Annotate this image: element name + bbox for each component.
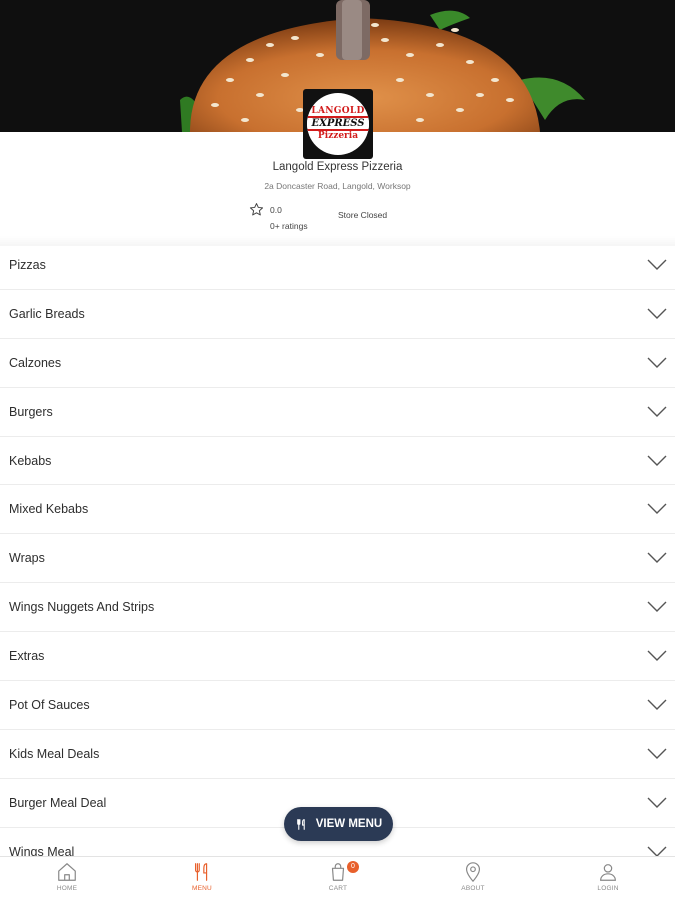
rating-value: 0.0 (270, 205, 282, 215)
chevron-down-icon[interactable] (647, 699, 667, 711)
nav-home[interactable]: HOME (37, 861, 97, 892)
chevron-down-icon[interactable] (647, 503, 667, 515)
menu-category-list: Pizzas Garlic Breads Calzones Burgers Kebabs… (0, 241, 675, 877)
menu-category-label: Wings Nuggets And Strips (9, 600, 155, 615)
store-address: 2a Doncaster Road, Langold, Worksop (264, 181, 411, 191)
view-menu-button[interactable]: VIEW MENU (284, 807, 393, 841)
nav-menu-label: MENU (192, 885, 212, 892)
nav-login-label: LOGIN (597, 885, 619, 892)
user-icon (600, 864, 616, 881)
menu-category-label: Burger Meal Deal (9, 795, 107, 810)
cart-count-badge: 0 (347, 861, 359, 873)
menu-category-row[interactable]: Calzones (0, 339, 675, 388)
menu-category-row[interactable]: Kebabs (0, 437, 675, 486)
nav-cart[interactable]: 0 CART (308, 861, 368, 892)
menu-category-row[interactable]: Kids Meal Deals (0, 730, 675, 779)
menu-category-label: Garlic Breads (9, 306, 85, 321)
menu-category-label: Burgers (9, 404, 53, 419)
logo-text-bottom: Pizzeria (317, 130, 359, 141)
cart-icon (331, 863, 345, 881)
chevron-down-icon[interactable] (647, 259, 667, 271)
menu-category-label: Wraps (9, 551, 45, 566)
store-logo: LANGOLD EXPRESS Pizzeria (303, 89, 373, 159)
nav-about[interactable]: ABOUT (443, 861, 503, 892)
chevron-down-icon[interactable] (647, 748, 667, 760)
nav-cart-label: CART (328, 885, 348, 892)
chevron-down-icon[interactable] (647, 406, 667, 418)
cutlery-icon (194, 863, 208, 881)
chevron-down-icon[interactable] (647, 455, 667, 467)
menu-category-label: Extras (9, 649, 45, 664)
menu-category-label: Pot Of Sauces (9, 697, 90, 712)
star-icon (249, 203, 264, 216)
menu-category-row[interactable]: Pizzas (0, 241, 675, 290)
menu-category-row[interactable]: Garlic Breads (0, 290, 675, 339)
store-status: Store Closed (338, 210, 388, 220)
menu-category-row[interactable]: Wings Nuggets And Strips (0, 583, 675, 633)
location-pin-icon (465, 862, 481, 883)
menu-category-label: Mixed Kebabs (9, 502, 89, 517)
logo-text-top: LANGOLD (311, 105, 365, 116)
menu-category-label: Kids Meal Deals (9, 746, 100, 761)
nav-menu[interactable]: MENU (172, 861, 232, 892)
chevron-down-icon[interactable] (647, 601, 667, 613)
nav-login[interactable]: LOGIN (578, 861, 638, 892)
menu-category-label: Kebabs (9, 453, 52, 468)
chevron-down-icon[interactable] (647, 650, 667, 662)
chevron-down-icon[interactable] (647, 357, 667, 369)
menu-category-row[interactable]: Pot Of Sauces (0, 681, 675, 730)
menu-category-row[interactable]: Mixed Kebabs (0, 485, 675, 535)
nav-about-label: ABOUT (461, 885, 485, 892)
bottom-nav: HOME MENU 0 CART ABOUT LOGIN (0, 856, 675, 900)
menu-category-row[interactable]: Burgers (0, 388, 675, 437)
menu-category-row[interactable]: Wraps (0, 534, 675, 584)
home-icon (58, 863, 76, 881)
cutlery-icon (296, 818, 305, 830)
logo-text-middle: EXPRESS (307, 115, 369, 131)
rating-count: 0+ ratings (270, 221, 308, 231)
menu-category-row[interactable]: Extras (0, 632, 675, 682)
nav-home-label: HOME (56, 885, 78, 892)
view-menu-label: VIEW MENU (315, 818, 383, 830)
chevron-down-icon[interactable] (647, 797, 667, 809)
menu-category-label: Pizzas (9, 257, 46, 272)
store-name: Langold Express Pizzeria (272, 161, 403, 173)
chevron-down-icon[interactable] (647, 552, 667, 564)
chevron-down-icon[interactable] (647, 308, 667, 320)
menu-category-label: Calzones (9, 355, 62, 370)
